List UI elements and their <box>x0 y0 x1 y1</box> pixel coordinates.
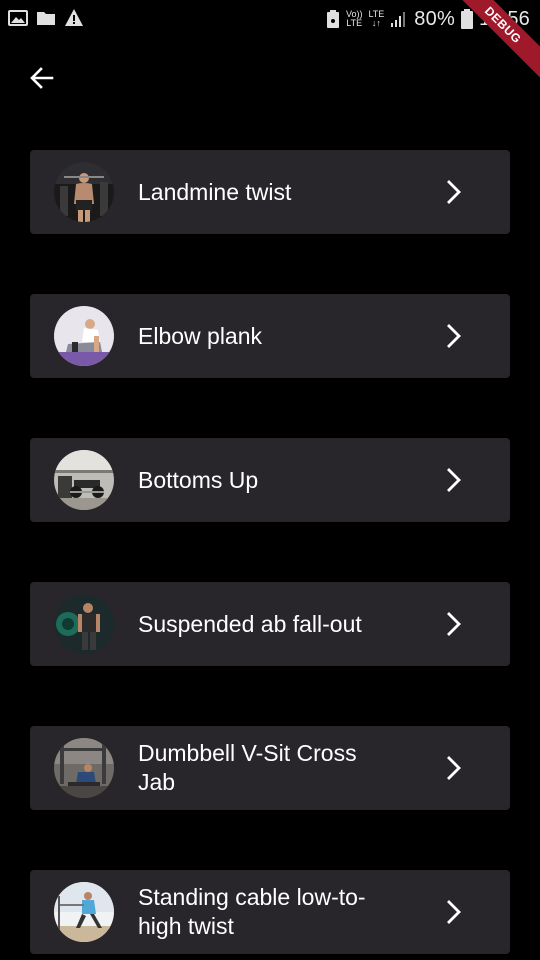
exercise-label: Suspended ab fall-out <box>138 610 362 637</box>
exercise-label: Bottoms Up <box>138 466 259 493</box>
lock-icon <box>326 10 339 28</box>
exercise-card[interactable]: Dumbbell V-Sit Cross Jab <box>30 726 510 810</box>
exercise-card[interactable]: Standing cable low-to-high twist <box>30 870 510 954</box>
exercise-thumbnail <box>54 594 114 654</box>
warning-icon <box>65 9 83 26</box>
exercise-card[interactable]: Bottoms Up <box>30 438 510 522</box>
folder-icon <box>37 12 55 25</box>
exercise-label: Standing cable low-to-high twist <box>138 884 366 939</box>
exercise-label: Dumbbell V-Sit Cross Jab <box>138 740 357 795</box>
exercise-thumbnail <box>54 450 114 510</box>
battery-percent: 80% <box>414 7 455 30</box>
chevron-right-icon <box>447 900 461 924</box>
exercise-card[interactable]: Suspended ab fall-out <box>30 582 510 666</box>
exercise-label: Elbow plank <box>138 322 263 349</box>
status-bar: Vo)) LTE LTE ↓↑ 80% 15:56 <box>0 0 540 38</box>
chevron-right-icon <box>447 756 461 780</box>
exercise-thumbnail <box>54 162 114 222</box>
exercise-card[interactable]: Elbow plank <box>30 294 510 378</box>
chevron-right-icon <box>447 324 461 348</box>
chevron-right-icon <box>447 468 461 492</box>
battery-icon <box>460 9 473 29</box>
exercise-thumbnail <box>54 882 114 942</box>
arrow-left-icon <box>30 67 54 89</box>
signal-icon <box>391 12 406 27</box>
exercise-label: Landmine twist <box>138 178 292 205</box>
exercise-thumbnail <box>54 306 114 366</box>
volte-indicator: Vo)) LTE <box>345 9 363 28</box>
status-bar-left <box>8 8 84 28</box>
exercise-thumbnail <box>54 738 114 798</box>
chevron-right-icon <box>447 612 461 636</box>
exercise-card[interactable]: Landmine twist <box>30 150 510 234</box>
image-icon <box>8 10 28 26</box>
chevron-right-icon <box>447 180 461 204</box>
back-button[interactable] <box>22 58 62 98</box>
lte-indicator: LTE ↓↑ <box>368 9 385 28</box>
